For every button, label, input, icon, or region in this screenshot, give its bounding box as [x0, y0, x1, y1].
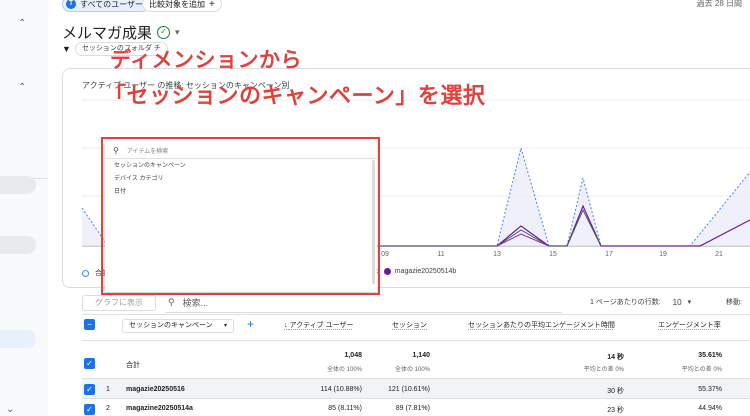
- page-move-label: 移動:: [726, 299, 742, 306]
- table-search-underline: [166, 312, 562, 313]
- row-campaign-name: magazine20250514a: [126, 405, 193, 412]
- x-tick-label: 11: [437, 251, 444, 258]
- row-campaign-name: magazie20250516: [126, 386, 185, 393]
- row-avg-time: 23 秒: [607, 407, 624, 414]
- row-active-users: 85 (8.11%): [328, 405, 362, 412]
- x-tick-label: 21: [715, 251, 723, 258]
- total-engagement-sub: 平均との差 0%: [681, 367, 722, 373]
- table-row-border: [82, 398, 750, 399]
- table-search-placeholder: 検索...: [182, 298, 209, 308]
- x-tick-label: 19: [659, 251, 667, 258]
- rows-per-page-label: 1 ページあたりの行数:: [590, 299, 661, 306]
- column-header-engagement-rate[interactable]: エンゲージメント率: [658, 320, 721, 330]
- total-avg-time: 14 秒: [607, 354, 624, 361]
- total-active-users: 1,048: [344, 352, 362, 359]
- legend-series-label: magazie20250514b: [394, 268, 457, 275]
- table-header-border: [82, 340, 750, 341]
- dimension-select[interactable]: セッションのキャンペーン ▾: [122, 319, 234, 333]
- table-search[interactable]: ⚲ 検索...: [168, 296, 208, 309]
- total-active-users-sub: 全体の 100%: [326, 367, 362, 373]
- chart-legend-right: 2b magazie20250514b: [372, 268, 456, 275]
- analytics-report-page: ⌃ ⌃ ⌃ ⌄ T すべてのユーザー 比較対象を追加 + 過去 28 日間 メル…: [0, 0, 750, 416]
- plot-rows-button[interactable]: グラフに表示: [82, 295, 156, 311]
- x-tick-label: 13: [493, 251, 501, 258]
- caret-down-icon: ▾: [223, 323, 227, 329]
- x-tick-label: 15: [549, 251, 557, 258]
- row-engagement: 44.94%: [698, 405, 722, 412]
- total-engagement: 35.61%: [698, 352, 722, 359]
- total-label: 合計: [126, 362, 140, 369]
- total-avg-time-sub: 平均との差 0%: [583, 367, 624, 373]
- annotation-line-1: ディメンションから: [110, 49, 303, 72]
- column-header-avg-engagement[interactable]: セッションあたりの平均エンゲージメント時間: [468, 320, 615, 330]
- total-sessions-sub: 全体の 100%: [394, 367, 430, 373]
- total-sessions: 1,140: [412, 352, 430, 359]
- row-sessions: 121 (10.61%): [387, 386, 430, 393]
- row-number: 2: [106, 405, 110, 412]
- rows-per-page: 1 ページあたりの行数: 10 ▾: [590, 297, 691, 307]
- table-top-border: [82, 314, 750, 315]
- row-checkbox[interactable]: ✓: [84, 404, 95, 415]
- legend-dot-icon: [82, 269, 89, 277]
- column-header-active-users[interactable]: ↓ アクティブ ユーザー: [284, 320, 354, 330]
- search-icon: ⚲: [168, 297, 175, 307]
- annotation-highlight-box: [101, 137, 380, 295]
- x-tick-label: 09: [381, 251, 389, 258]
- row-engagement: 55.37%: [698, 386, 722, 393]
- row-active-users: 114 (10.88%): [320, 386, 362, 393]
- legend-dot-icon: [383, 268, 391, 275]
- x-tick-label: 17: [605, 251, 613, 258]
- row-checkbox[interactable]: ✓: [84, 384, 95, 395]
- row-number: 1: [106, 386, 110, 393]
- select-all-checkbox[interactable]: −: [84, 319, 95, 330]
- add-dimension-button[interactable]: +: [247, 317, 254, 331]
- row-avg-time: 30 秒: [607, 388, 624, 395]
- dimension-select-label: セッションのキャンペーン: [129, 322, 213, 329]
- series-line: [378, 208, 602, 247]
- chevron-down-icon[interactable]: ▾: [688, 298, 692, 306]
- row-sessions: 89 (7.81%): [395, 405, 430, 412]
- column-header-label: アクティブ ユーザー: [289, 322, 354, 329]
- x-axis-ticks: 09 11 13 15 17 19 21: [381, 251, 723, 258]
- column-header-sessions[interactable]: セッション: [392, 320, 427, 330]
- series-line: [378, 204, 750, 247]
- annotation-line-2: 「セッションのキャンペーン」を選択: [104, 83, 486, 108]
- rows-per-page-value[interactable]: 10: [673, 298, 682, 307]
- total-checkbox[interactable]: ✓: [84, 358, 95, 369]
